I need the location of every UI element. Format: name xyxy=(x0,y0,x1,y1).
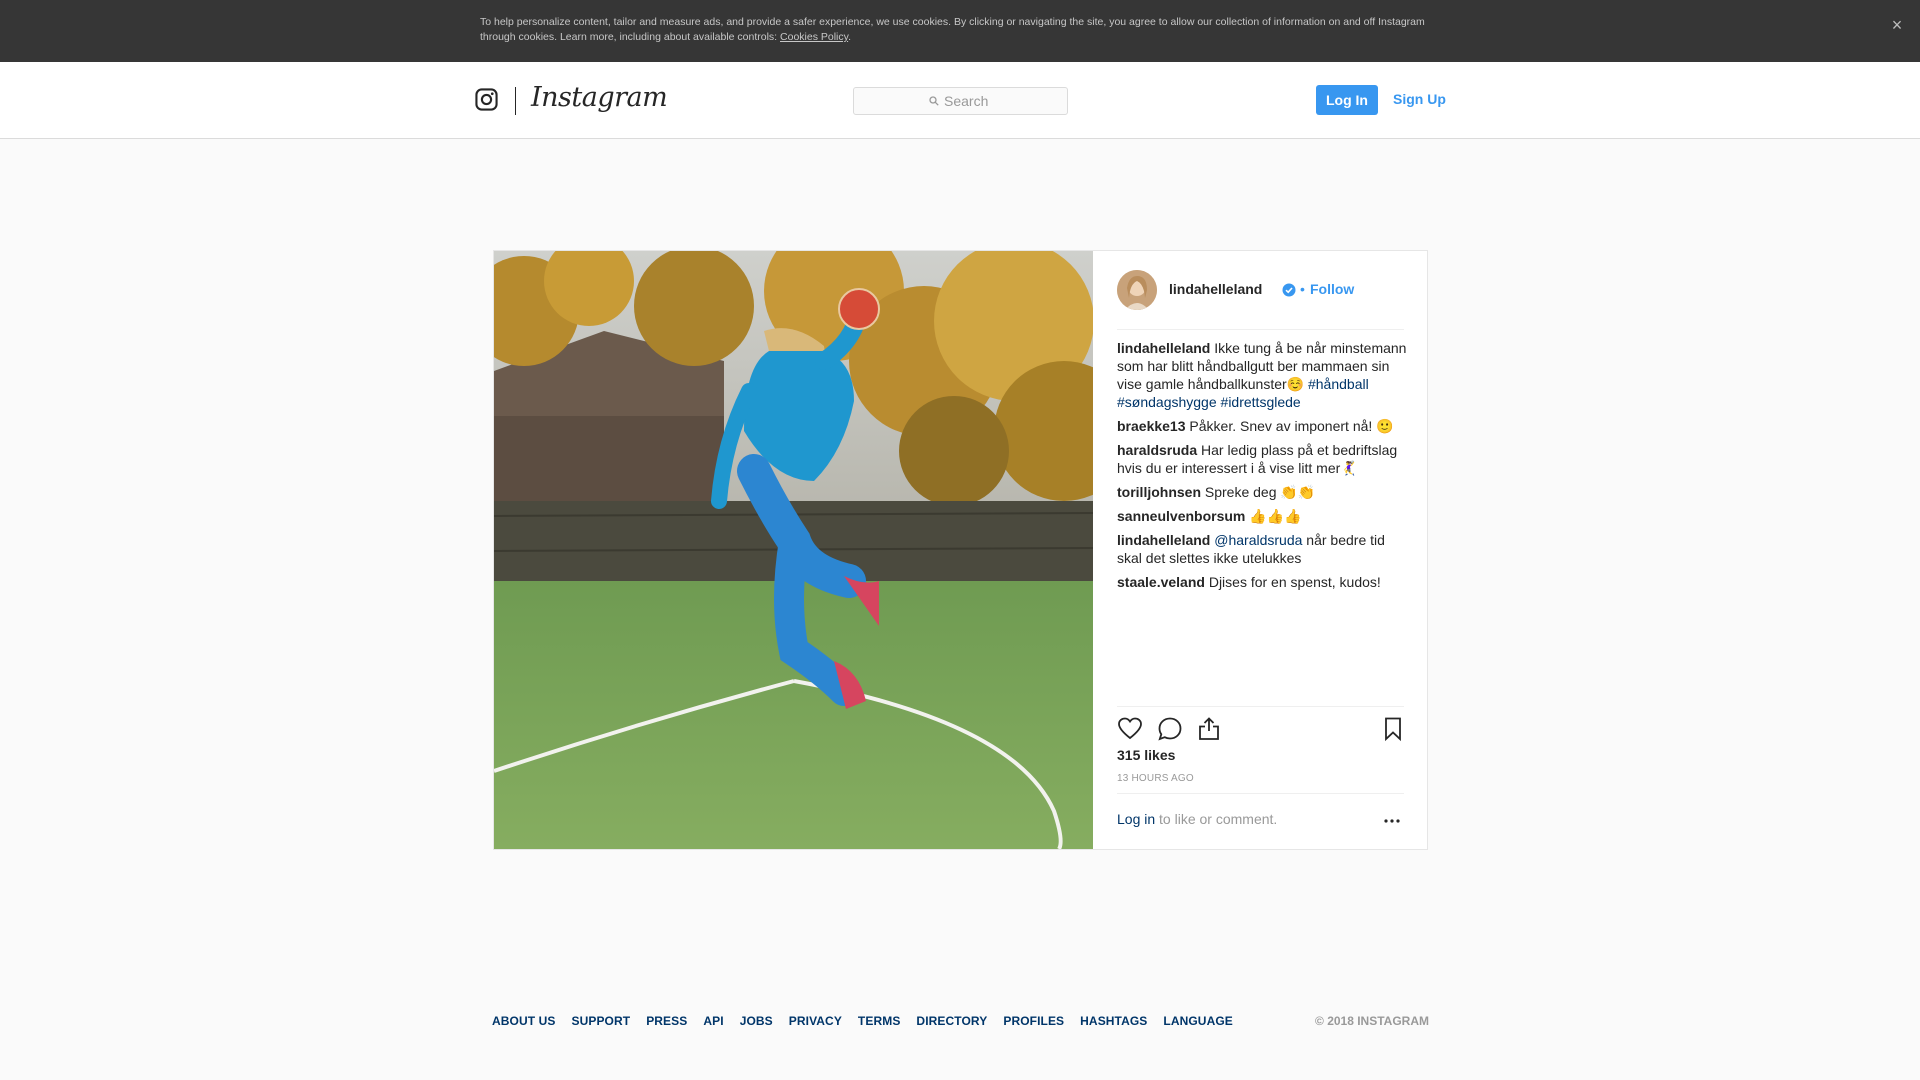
list-item: sanneulvenborsum 👍👍👍 xyxy=(1117,507,1407,525)
logo-divider xyxy=(515,87,516,115)
comment-username[interactable]: haraldsruda xyxy=(1117,442,1197,458)
instagram-wordmark[interactable]: Instagram xyxy=(531,82,668,113)
separator-dot: • xyxy=(1300,281,1305,297)
comment-username[interactable]: lindahelleland xyxy=(1117,532,1210,548)
cookies-policy-link[interactable]: Cookies Policy xyxy=(780,31,848,43)
footer-link-api[interactable]: API xyxy=(703,1014,723,1028)
signup-link[interactable]: Sign Up xyxy=(1393,91,1446,107)
likes-count[interactable]: 315 likes xyxy=(1117,747,1175,763)
post-timestamp[interactable]: 13 HOURS AGO xyxy=(1117,773,1194,784)
page-footer: ABOUT US SUPPORT PRESS API JOBS PRIVACY … xyxy=(492,1014,1429,1030)
comments-list: lindahelleland Ikke tung å be når minste… xyxy=(1117,339,1407,597)
mention-link[interactable]: @haraldsruda xyxy=(1214,532,1302,548)
footer-link-hashtags[interactable]: HASHTAGS xyxy=(1080,1014,1147,1028)
more-options-icon[interactable] xyxy=(1383,812,1401,830)
post-photo[interactable] xyxy=(494,251,1093,849)
comment-username[interactable]: staale.veland xyxy=(1117,574,1205,590)
footer-link-support[interactable]: SUPPORT xyxy=(571,1014,630,1028)
comment-text: 👍👍👍 xyxy=(1245,508,1302,524)
copyright: © 2018 INSTAGRAM xyxy=(1315,1014,1429,1028)
list-item: torilljohnsen Spreke deg 👏👏 xyxy=(1117,483,1407,501)
login-to-comment-link[interactable]: Log in xyxy=(1117,811,1155,827)
hashtag-link[interactable]: #idrettsglede xyxy=(1221,394,1301,410)
cookie-banner: To help personalize content, tailor and … xyxy=(0,0,1920,62)
footer-link-directory[interactable]: DIRECTORY xyxy=(916,1014,987,1028)
comment-username[interactable]: lindahelleland xyxy=(1117,340,1210,356)
search-icon xyxy=(929,96,939,106)
search-box[interactable] xyxy=(853,87,1068,115)
post-header: lindahelleland • Follow xyxy=(1117,270,1404,330)
action-bar xyxy=(1117,706,1404,742)
footer-link-profiles[interactable]: PROFILES xyxy=(1003,1014,1064,1028)
list-item: staale.veland Djises for en spenst, kudo… xyxy=(1117,573,1407,591)
search-input[interactable] xyxy=(944,93,992,109)
avatar[interactable] xyxy=(1117,270,1157,310)
bookmark-icon[interactable] xyxy=(1380,716,1406,742)
footer-link-terms[interactable]: TERMS xyxy=(858,1014,901,1028)
verified-badge-icon xyxy=(1282,283,1296,297)
footer-link-language[interactable]: LANGUAGE xyxy=(1163,1014,1232,1028)
top-navbar: Instagram Log In Sign Up xyxy=(0,62,1920,139)
post-card: lindahelleland • Follow lindahelleland I… xyxy=(493,250,1428,850)
instagram-camera-icon[interactable] xyxy=(475,88,498,111)
list-item: braekke13 Påkker. Snev av imponert nå! 🙂 xyxy=(1117,417,1407,435)
footer-link-press[interactable]: PRESS xyxy=(646,1014,687,1028)
cookie-text: To help personalize content, tailor and … xyxy=(480,16,1425,43)
footer-link-jobs[interactable]: JOBS xyxy=(740,1014,773,1028)
share-icon[interactable] xyxy=(1196,716,1222,742)
comment-username[interactable]: torilljohnsen xyxy=(1117,484,1201,500)
footer-link-about-us[interactable]: ABOUT US xyxy=(492,1014,555,1028)
comment-username[interactable]: braekke13 xyxy=(1117,418,1186,434)
footer-link-privacy[interactable]: PRIVACY xyxy=(789,1014,842,1028)
add-comment-section: Log in to like or comment. xyxy=(1117,793,1404,848)
login-button[interactable]: Log In xyxy=(1316,85,1378,115)
comment-text: Påkker. Snev av imponert nå! 🙂 xyxy=(1185,418,1394,434)
post-sidebar: lindahelleland • Follow lindahelleland I… xyxy=(1093,251,1427,849)
post-username[interactable]: lindahelleland xyxy=(1169,281,1262,297)
heart-icon[interactable] xyxy=(1117,716,1143,742)
comment-username[interactable]: sanneulvenborsum xyxy=(1117,508,1245,524)
close-icon[interactable]: × xyxy=(1888,16,1906,34)
list-item: haraldsruda Har ledig plass på et bedrif… xyxy=(1117,441,1407,477)
cookie-message: To help personalize content, tailor and … xyxy=(480,16,1425,43)
hashtag-link[interactable]: #søndagshygge xyxy=(1117,394,1217,410)
list-item: lindahelleland @haraldsruda når bedre ti… xyxy=(1117,531,1407,567)
footer-nav: ABOUT US SUPPORT PRESS API JOBS PRIVACY … xyxy=(492,1014,1233,1028)
comment-text: Spreke deg 👏👏 xyxy=(1201,484,1316,500)
hashtag-link[interactable]: #håndball xyxy=(1308,376,1369,392)
comment-icon[interactable] xyxy=(1157,716,1183,742)
comment-text: Djises for en spenst, kudos! xyxy=(1204,574,1381,590)
add-comment-text: to like or comment. xyxy=(1155,811,1278,827)
list-item: lindahelleland Ikke tung å be når minste… xyxy=(1117,339,1407,411)
follow-button[interactable]: Follow xyxy=(1310,281,1354,297)
add-comment-prompt: Log in to like or comment. xyxy=(1117,811,1277,827)
